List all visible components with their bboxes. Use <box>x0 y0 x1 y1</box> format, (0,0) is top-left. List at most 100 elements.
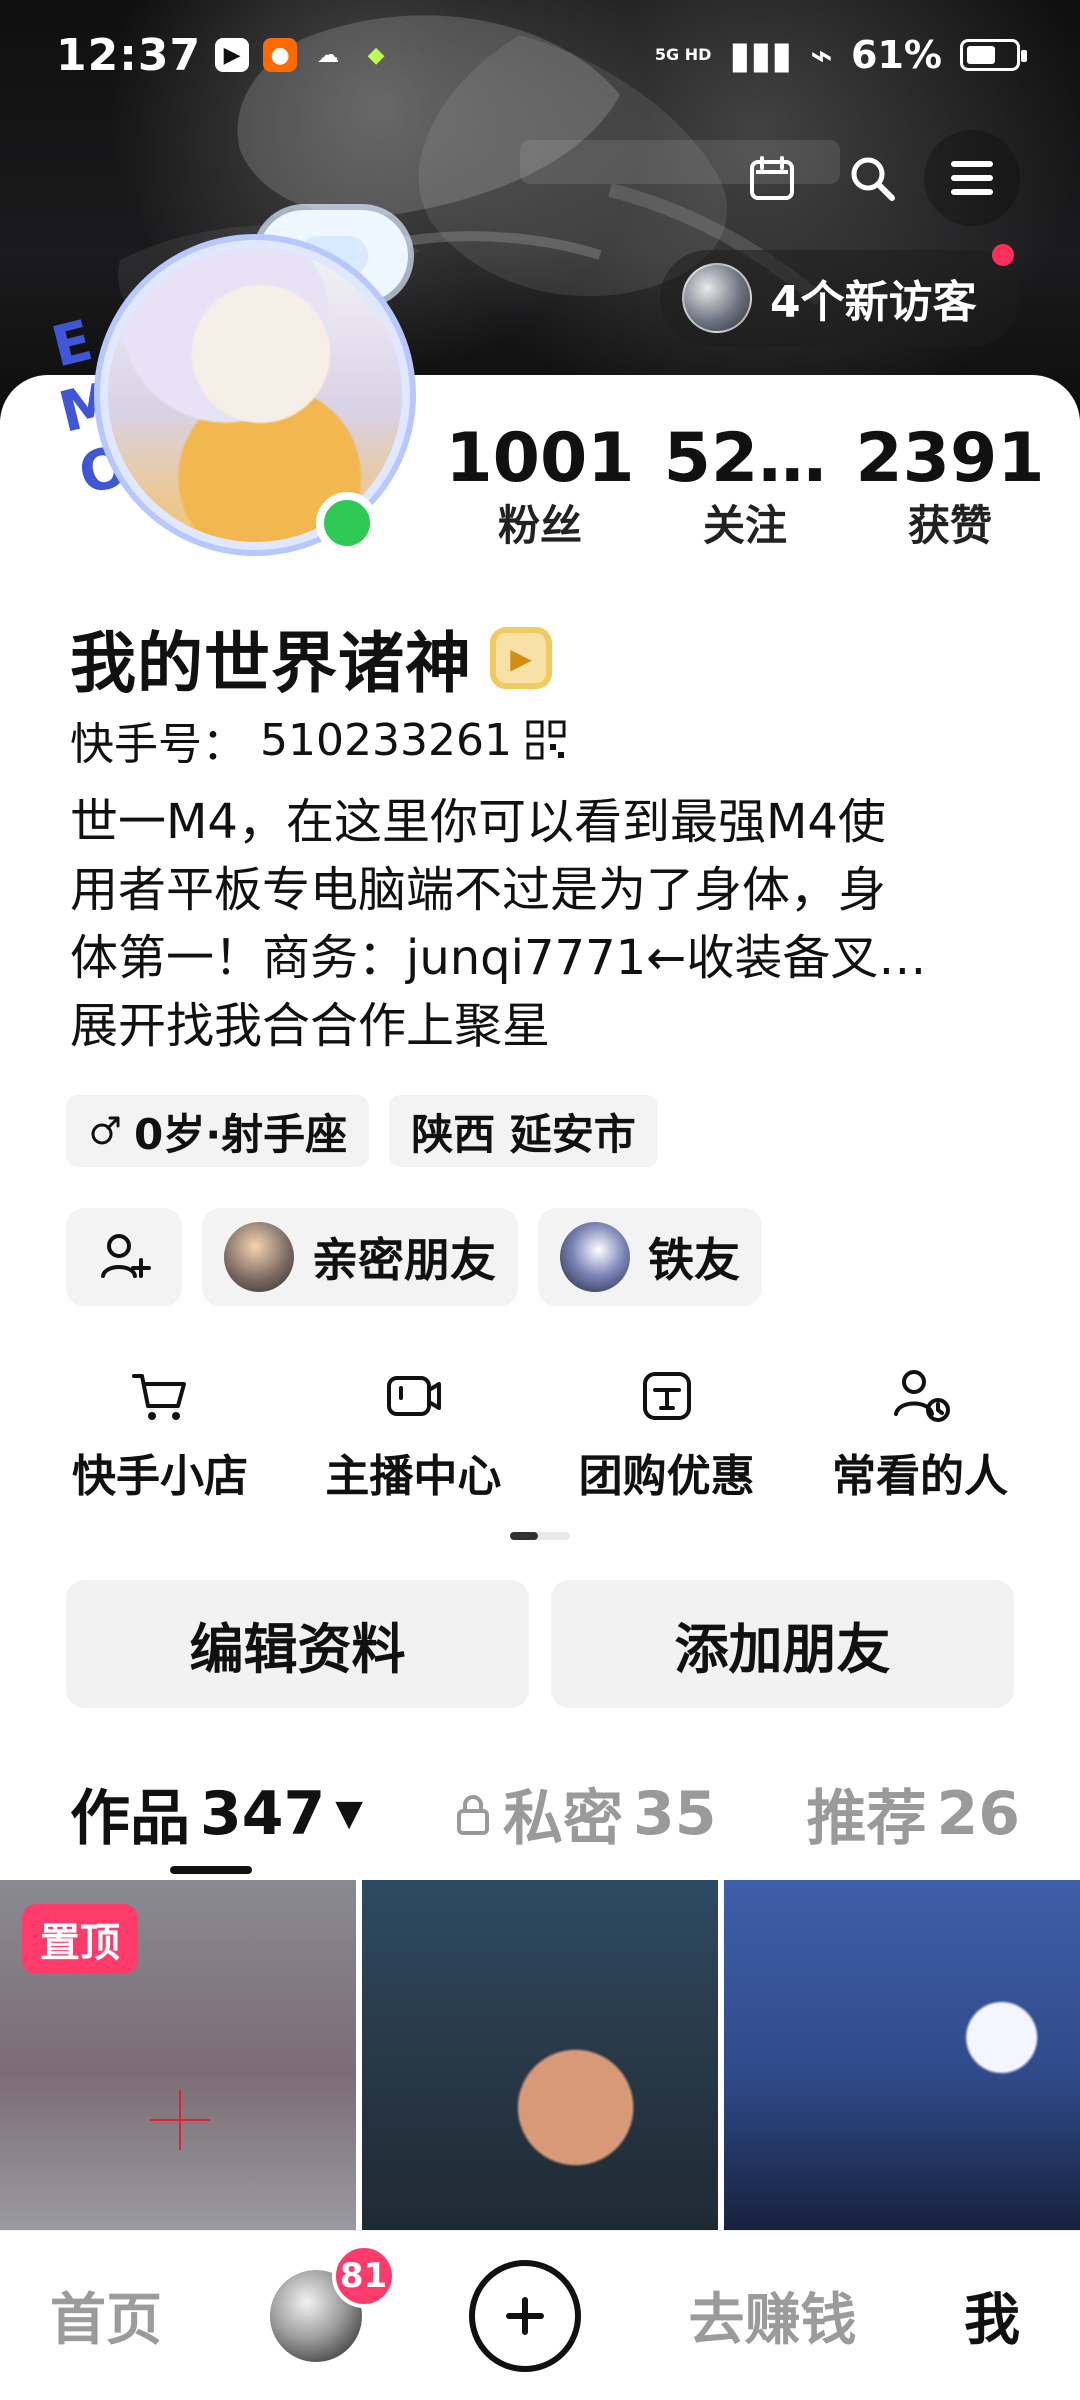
battery-icon <box>960 39 1027 71</box>
following-count: 52… <box>663 419 827 498</box>
likes-count: 2391 <box>855 419 1045 498</box>
add-user-icon <box>101 1234 151 1278</box>
id-row: 快手号： 510233261 <box>70 708 566 772</box>
wifi-icon: ⌁ <box>810 33 834 77</box>
bio-line: 体第一！商务：junqi7771←收装备叉… <box>70 930 927 986</box>
age-sign-text: 0岁·射手座 <box>134 1109 348 1159</box>
iron-friends-label: 铁友 <box>648 1233 740 1287</box>
works-grid: 置顶 <box>0 1880 1080 2230</box>
new-visitors-label: 4个新访客 <box>770 277 977 328</box>
group-deals-label: 团购优惠 <box>578 1451 755 1502</box>
location-text: 陕西 延安市 <box>411 1109 636 1159</box>
close-friends-chip[interactable]: 亲密朋友 <box>202 1208 518 1306</box>
chevron-down-icon: ▼ <box>335 1793 363 1834</box>
profile-tags: 0岁·射手座 陕西 延安市 <box>66 1095 658 1167</box>
menu-icon[interactable] <box>924 130 1020 226</box>
active-tab-underline <box>170 1866 252 1874</box>
nav-me[interactable]: 我 <box>964 2275 1020 2356</box>
online-status-dot <box>316 492 378 554</box>
tab-private-label: 私密 <box>502 1784 623 1854</box>
close-friends-avatar <box>224 1222 294 1292</box>
coupon-icon <box>631 1360 703 1432</box>
group-deals-action[interactable]: 团购优惠 <box>547 1360 787 1504</box>
iron-friends-avatar <box>560 1222 630 1292</box>
bottom-navigation: 首页 81 去赚钱 我 <box>0 2230 1080 2400</box>
new-visitors-pill[interactable]: 4个新访客 <box>660 244 1020 346</box>
qr-code-icon[interactable] <box>526 720 566 760</box>
video-tile[interactable]: 置顶 <box>0 1880 356 2230</box>
video-tile[interactable] <box>362 1880 718 2230</box>
tab-works[interactable]: 作品 347 ▼ <box>70 1770 363 1857</box>
streamer-center-action[interactable]: 主播中心 <box>293 1360 533 1504</box>
frequent-people-action[interactable]: 常看的人 <box>800 1360 1040 1504</box>
coupon-glyph <box>642 1372 691 1420</box>
male-icon <box>91 1116 120 1145</box>
game-icon: ◆ <box>367 42 385 68</box>
nav-messages[interactable]: 81 <box>269 2243 396 2362</box>
following-label: 关注 <box>702 501 787 550</box>
status-time: 12:37 <box>56 29 202 81</box>
search-glyph <box>851 157 895 201</box>
tab-recommended-label: 推荐 <box>806 1784 927 1854</box>
followers-label: 粉丝 <box>497 501 582 550</box>
cart-icon <box>124 1360 196 1432</box>
status-right: 5G HD ▮▮▮ ⌁ 61% <box>654 33 1027 77</box>
id-value: 510233261 <box>260 714 512 766</box>
quick-actions: 快手小店 主播中心 团购优惠 常看的人 <box>40 1360 1040 1504</box>
camera-icon <box>377 1360 449 1432</box>
edit-profile-button[interactable]: 编辑资料 <box>66 1580 529 1708</box>
kuaishou-store-label: 快手小店 <box>72 1451 248 1502</box>
add-friend-button[interactable]: 添加朋友 <box>551 1580 1014 1708</box>
followers-count: 1001 <box>445 419 635 498</box>
frequent-people-label: 常看的人 <box>831 1451 1008 1502</box>
location-tag: 陕西 延安市 <box>389 1095 658 1167</box>
crosshair-icon <box>150 2090 210 2150</box>
video-tile[interactable] <box>724 1880 1080 2230</box>
search-icon[interactable] <box>824 130 920 226</box>
menu-glyph <box>951 161 993 195</box>
network-type: 5G HD <box>654 45 712 64</box>
id-label: 快手号： <box>70 719 246 770</box>
app-icon: ● <box>263 38 298 72</box>
name-row: 我的世界诸神 ▶ <box>70 610 552 706</box>
profile-buttons: 编辑资料 添加朋友 <box>66 1580 1014 1708</box>
tab-works-count: 347 <box>200 1778 326 1849</box>
profile-stats: 1001 粉丝 52… 关注 2391 获赞 <box>445 420 1045 560</box>
person-clock-icon <box>884 1360 956 1432</box>
calendar-glyph <box>750 156 794 200</box>
create-button[interactable] <box>469 2259 581 2372</box>
nav-earn[interactable]: 去赚钱 <box>689 2275 857 2356</box>
tab-recommended[interactable]: 推荐 26 <box>807 1770 1021 1857</box>
new-visitors-dot <box>992 244 1014 266</box>
person-clock-glyph <box>893 1370 950 1422</box>
status-left: 12:37 ▶ ● ☁ ◆ <box>56 30 393 81</box>
profile-name: 我的世界诸神 <box>70 625 472 702</box>
streamer-center-label: 主播中心 <box>325 1451 502 1502</box>
status-bar: 12:37 ▶ ● ☁ ◆ 5G HD ▮▮▮ ⌁ 61% <box>0 0 1080 110</box>
bio-line: 世一M4，在这里你可以看到最强M4使 <box>70 794 886 850</box>
tab-recommended-count: 26 <box>936 1778 1021 1849</box>
notification-badge: 81 <box>331 2243 396 2308</box>
iron-friends-chip[interactable]: 铁友 <box>538 1208 762 1306</box>
cloud-icon: ☁ <box>317 42 340 68</box>
followers-stat[interactable]: 1001 粉丝 <box>445 420 635 560</box>
kuaishou-store-action[interactable]: 快手小店 <box>40 1360 280 1504</box>
creator-badge-icon[interactable]: ▶ <box>490 627 552 689</box>
play-icon: ▶ <box>215 38 250 72</box>
following-stat[interactable]: 52… 关注 <box>650 420 840 560</box>
close-friends-label: 亲密朋友 <box>312 1233 496 1287</box>
pinned-badge: 置顶 <box>22 1904 138 1974</box>
visitor-avatar <box>682 263 752 333</box>
plus-icon <box>506 2296 544 2335</box>
tab-private-count: 35 <box>632 1778 717 1849</box>
quick-actions-pager <box>510 1532 570 1540</box>
signal-icon: ▮▮▮ <box>729 33 793 77</box>
tab-private[interactable]: 私密 35 <box>453 1770 717 1857</box>
nav-home[interactable]: 首页 <box>50 2275 162 2356</box>
profile-bio[interactable]: 世一M4，在这里你可以看到最强M4使 用者平板专电脑端不过是为了身体，身 体第一… <box>70 788 1030 1060</box>
age-sign-tag: 0岁·射手座 <box>66 1095 370 1167</box>
friends-row: 亲密朋友 铁友 <box>66 1208 762 1306</box>
add-friend-icon-button[interactable] <box>66 1208 182 1306</box>
calendar-icon[interactable] <box>724 130 820 226</box>
likes-stat[interactable]: 2391 获赞 <box>855 420 1045 560</box>
